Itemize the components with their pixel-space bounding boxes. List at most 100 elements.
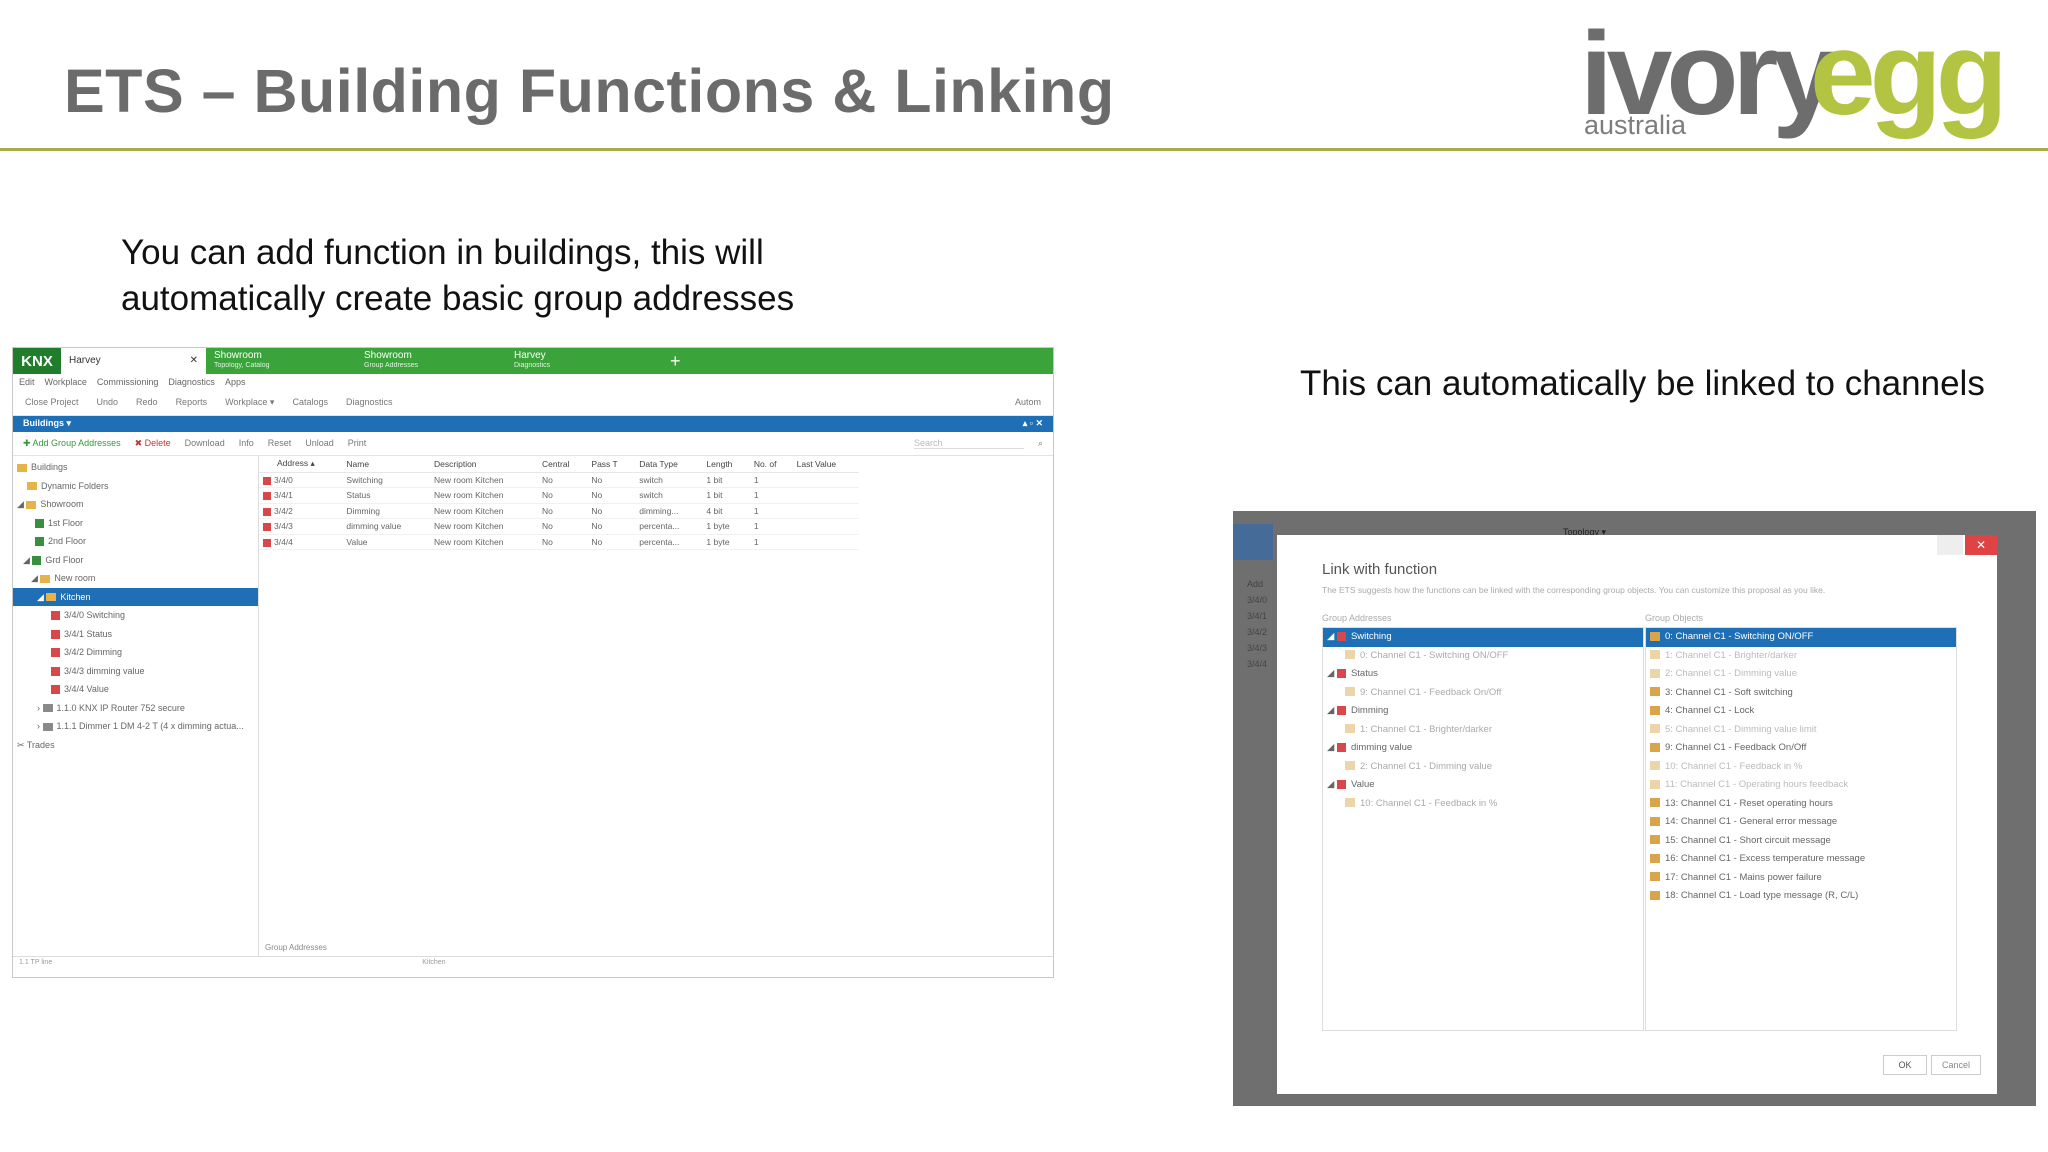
automation-button[interactable]: Autom <box>1015 397 1041 410</box>
search-input[interactable]: Search <box>913 438 1024 449</box>
linked-object-item[interactable]: 1: Channel C1 - Brighter/darker <box>1323 721 1643 740</box>
table-cell: 4 bit <box>702 503 750 519</box>
close-button[interactable]: ✕ <box>1965 535 1997 555</box>
diagnostics-button[interactable]: Diagnostics <box>346 397 393 410</box>
download-button[interactable]: Download <box>185 438 225 449</box>
tree-item[interactable]: ◢ Grd Floor <box>13 551 258 570</box>
table-row[interactable]: 3/4/4 Value New room Kitchen No No perce… <box>259 534 859 550</box>
maximize-button[interactable] <box>1937 535 1963 555</box>
group-object-item[interactable]: 13: Channel C1 - Reset operating hours <box>1646 795 1956 814</box>
info-button[interactable]: Info <box>239 438 254 449</box>
tree-item[interactable]: ◢ Showroom <box>13 495 258 514</box>
tab-showroom-topology[interactable]: Showroom Topology, Catalog <box>206 348 356 374</box>
ok-button[interactable]: OK <box>1883 1055 1927 1075</box>
group-object-item[interactable]: 1: Channel C1 - Brighter/darker <box>1646 647 1956 666</box>
tree-item[interactable]: 3/4/4 Value <box>13 680 258 699</box>
column-header[interactable]: Description <box>430 456 539 473</box>
function-item-switching[interactable]: ◢ Switching <box>1323 628 1643 647</box>
tree-item[interactable]: 1st Floor <box>13 514 258 533</box>
table-row[interactable]: 3/4/1 Status New room Kitchen No No swit… <box>259 487 859 504</box>
column-header[interactable]: Address ▴ <box>259 456 343 473</box>
group-object-item[interactable]: 16: Channel C1 - Excess temperature mess… <box>1646 850 1956 869</box>
table-cell: percenta... <box>635 534 703 550</box>
tree-item[interactable]: Dynamic Folders <box>13 477 258 496</box>
menu-item[interactable]: Commissioning <box>97 377 159 389</box>
linked-object-item[interactable]: 0: Channel C1 - Switching ON/OFF <box>1323 647 1643 666</box>
tree-item[interactable]: 2nd Floor <box>13 532 258 551</box>
window-controls-icon[interactable]: ▴ ▫ ✕ <box>1023 418 1043 430</box>
add-tab-icon[interactable]: + <box>656 348 695 374</box>
column-header[interactable]: Length <box>702 456 750 473</box>
tree-item-kitchen[interactable]: ◢ Kitchen <box>13 587 258 606</box>
column-header[interactable]: Central <box>538 456 588 473</box>
group-object-item[interactable]: 11: Channel C1 - Operating hours feedbac… <box>1646 776 1956 795</box>
workplace-button[interactable]: Workplace ▾ <box>225 397 274 410</box>
table-row[interactable]: 3/4/3 dimming value New room Kitchen No … <box>259 518 859 535</box>
ets-tab-bar: KNX Harvey ✕ Showroom Topology, Catalog … <box>13 348 1053 374</box>
menu-item[interactable]: Workplace <box>45 377 87 389</box>
table-row[interactable]: 3/4/0 Switching New room Kitchen No No s… <box>259 472 859 488</box>
link-with-function-dialog: ✕ Link with function The ETS suggests ho… <box>1277 535 1997 1094</box>
ets-toolbar: Close Project Undo Redo Reports Workplac… <box>13 392 1053 416</box>
function-item-status[interactable]: ◢ Status <box>1323 665 1643 684</box>
group-object-item[interactable]: 18: Channel C1 - Load type message (R, C… <box>1646 887 1956 906</box>
column-header[interactable]: Pass T <box>587 456 636 473</box>
print-button[interactable]: Print <box>348 438 367 449</box>
tree-item[interactable]: › 1.1.0 KNX IP Router 752 secure <box>13 699 258 718</box>
tree-item[interactable]: Buildings <box>13 458 258 477</box>
group-object-item[interactable]: 2: Channel C1 - Dimming value <box>1646 665 1956 684</box>
group-object-item[interactable]: 0: Channel C1 - Switching ON/OFF <box>1646 628 1956 647</box>
cancel-button[interactable]: Cancel <box>1931 1055 1981 1075</box>
group-object-item[interactable]: 4: Channel C1 - Lock <box>1646 702 1956 721</box>
group-object-item[interactable]: 10: Channel C1 - Feedback in % <box>1646 758 1956 777</box>
group-object-item[interactable]: 3: Channel C1 - Soft switching <box>1646 684 1956 703</box>
search-icon[interactable]: ⌕ <box>1038 438 1043 449</box>
tree-item[interactable]: 3/4/1 Status <box>13 625 258 644</box>
tab-showroom-group-addresses[interactable]: Showroom Group Addresses <box>356 348 506 374</box>
unload-button[interactable]: Unload <box>305 438 334 449</box>
column-header[interactable]: Last Value <box>792 456 859 473</box>
linked-object-item[interactable]: 9: Channel C1 - Feedback On/Off <box>1323 684 1643 703</box>
catalogs-button[interactable]: Catalogs <box>292 397 328 410</box>
group-object-item[interactable]: 9: Channel C1 - Feedback On/Off <box>1646 739 1956 758</box>
add-group-addresses-button[interactable]: ✚ Add Group Addresses <box>23 438 121 449</box>
reset-button[interactable]: Reset <box>268 438 292 449</box>
list-item: 3/4/0 <box>1247 595 1268 605</box>
linked-object-item[interactable]: 10: Channel C1 - Feedback in % <box>1323 795 1643 814</box>
menu-item[interactable]: Diagnostics <box>168 377 215 389</box>
undo-button[interactable]: Undo <box>97 397 119 410</box>
column-header[interactable]: Data Type <box>635 456 703 473</box>
function-item-value[interactable]: ◢ Value <box>1323 776 1643 795</box>
menu-item[interactable]: Edit <box>19 377 35 389</box>
column-header[interactable]: Name <box>342 456 431 473</box>
table-cell: No <box>538 534 588 550</box>
background-panel-header <box>1233 524 1273 560</box>
group-object-item[interactable]: 5: Channel C1 - Dimming value limit <box>1646 721 1956 740</box>
group-object-item[interactable]: 14: Channel C1 - General error message <box>1646 813 1956 832</box>
close-project-button[interactable]: Close Project <box>25 397 79 410</box>
panel-title[interactable]: Buildings ▾ <box>23 418 71 430</box>
redo-button[interactable]: Redo <box>136 397 158 410</box>
group-object-item[interactable]: 17: Channel C1 - Mains power failure <box>1646 869 1956 888</box>
column-header[interactable]: No. of <box>749 456 793 473</box>
function-item-dimming-value[interactable]: ◢ dimming value <box>1323 739 1643 758</box>
table-row[interactable]: 3/4/2 Dimming New room Kitchen No No dim… <box>259 503 859 519</box>
tree-item[interactable]: 3/4/3 dimming value <box>13 662 258 681</box>
function-item-dimming[interactable]: ◢ Dimming <box>1323 702 1643 721</box>
tree-item[interactable]: 3/4/2 Dimming <box>13 643 258 662</box>
menu-item[interactable]: Apps <box>225 377 246 389</box>
tab-harvey-diagnostics[interactable]: Harvey Diagnostics <box>506 348 656 374</box>
tree-item[interactable]: 3/4/0 Switching <box>13 606 258 625</box>
tab-harvey[interactable]: Harvey ✕ <box>61 348 206 374</box>
tree-item[interactable]: ✂ Trades <box>13 736 258 755</box>
linked-object-item[interactable]: 2: Channel C1 - Dimming value <box>1323 758 1643 777</box>
tab-group-addresses[interactable]: Group Addresses <box>265 943 327 952</box>
delete-button[interactable]: ✖ Delete <box>135 438 171 449</box>
tree-item[interactable]: ◢ New room <box>13 569 258 588</box>
reports-button[interactable]: Reports <box>176 397 208 410</box>
table-cell: 1 bit <box>702 487 750 504</box>
tree-item[interactable]: › 1.1.1 Dimmer 1 DM 4-2 T (4 x dimming a… <box>13 717 258 736</box>
group-object-item[interactable]: 15: Channel C1 - Short circuit message <box>1646 832 1956 851</box>
close-icon[interactable]: ✕ <box>190 356 198 366</box>
panel-action-bar: ✚ Add Group Addresses ✖ Delete Download … <box>13 432 1053 456</box>
